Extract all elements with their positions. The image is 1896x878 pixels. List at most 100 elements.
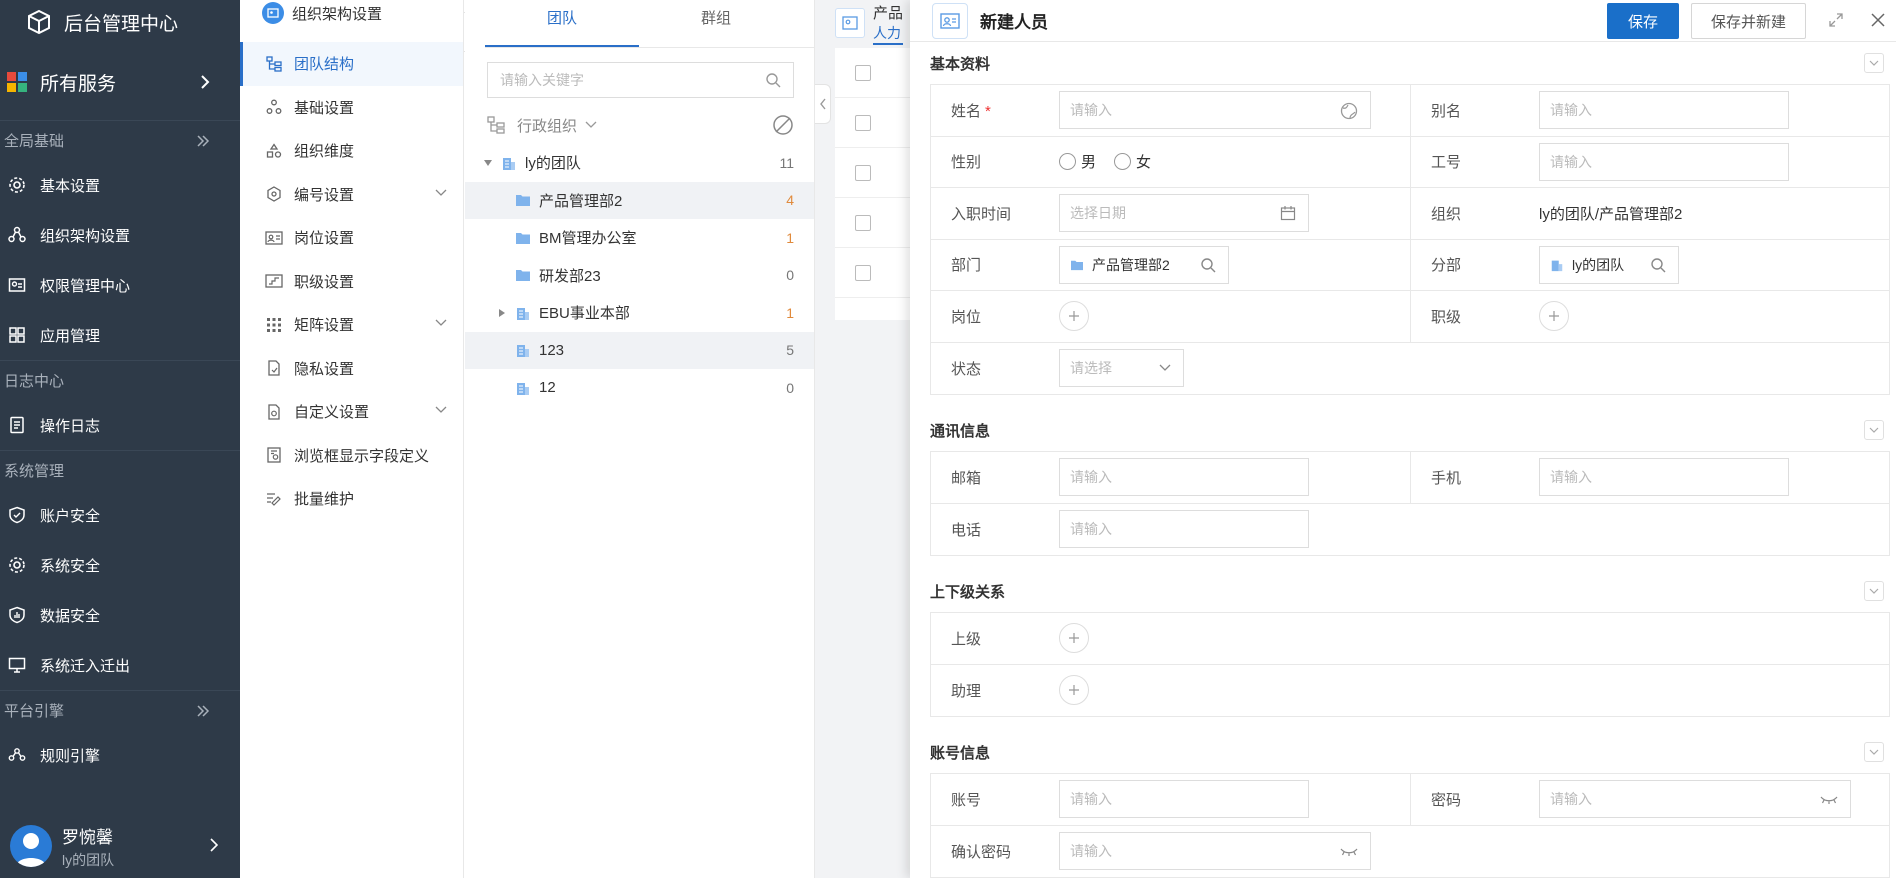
save-button[interactable]: 保存: [1607, 3, 1679, 39]
entry-date-picker[interactable]: 选择日期: [1059, 194, 1309, 233]
tree-node[interactable]: 123 5: [465, 331, 814, 369]
tab-team[interactable]: 团队: [485, 0, 639, 47]
row-checkbox[interactable]: [855, 114, 871, 131]
eye-closed-icon[interactable]: [1820, 795, 1838, 805]
bg-subtitle[interactable]: 人力: [873, 23, 904, 45]
menu-item-base-settings[interactable]: 基础设置: [240, 86, 463, 130]
tab-group[interactable]: 群组: [639, 0, 793, 47]
brand[interactable]: 后台管理中心: [0, 0, 240, 44]
org-label: 组织: [1431, 205, 1462, 223]
expand-icon[interactable]: [1828, 12, 1844, 28]
section-title: 上下级关系: [930, 583, 1006, 601]
sidebar-item-label: 账户安全: [40, 507, 101, 525]
drawer-header: 新建人员 保存 保存并新建: [910, 0, 1896, 42]
sidebar-item-data-security[interactable]: 数据安全: [0, 590, 240, 640]
all-services-button[interactable]: 所有服务: [0, 44, 240, 120]
menu-item-org-dimension[interactable]: 组织维度: [240, 129, 463, 173]
section-relationship: 上下级关系: [930, 570, 1890, 612]
search-icon[interactable]: [1650, 257, 1666, 273]
alias-input[interactable]: 请输入: [1539, 91, 1789, 130]
gender-female-radio[interactable]: 女: [1114, 151, 1151, 172]
caret-down-icon[interactable]: [481, 159, 495, 167]
chevron-down-icon[interactable]: [1864, 53, 1884, 73]
tree-node[interactable]: 12 0: [465, 369, 814, 407]
tree-node[interactable]: BM管理办公室 1: [465, 219, 814, 257]
search-icon[interactable]: [1200, 257, 1216, 273]
chevron-down-icon[interactable]: [1864, 420, 1884, 440]
account-label: 账号: [951, 791, 982, 809]
tree-collapse-handle[interactable]: [815, 84, 831, 124]
sidebar-item-system-migration[interactable]: 系统迁入迁出: [0, 640, 240, 690]
panel-icon: [835, 8, 865, 38]
row-checkbox[interactable]: [855, 214, 871, 231]
globe-icon[interactable]: [1340, 102, 1358, 120]
sidebar-item-rule-engine[interactable]: 规则引擎: [0, 730, 240, 780]
menu-item-matrix-settings[interactable]: 矩阵设置: [240, 303, 463, 347]
add-post-button[interactable]: [1059, 301, 1089, 332]
menu-item-batch-maintenance[interactable]: 批量维护: [240, 477, 463, 521]
tree-node-count: 11: [779, 154, 794, 171]
close-icon[interactable]: [1870, 12, 1886, 28]
status-select[interactable]: 请选择: [1059, 349, 1184, 388]
chevron-down-icon[interactable]: [1864, 742, 1884, 762]
menu-item-numbering-settings[interactable]: 编号设置: [240, 173, 463, 217]
mobile-input[interactable]: 请输入: [1539, 458, 1789, 497]
row-checkbox[interactable]: [855, 264, 871, 281]
password-label: 密码: [1431, 791, 1462, 809]
gender-male-radio[interactable]: 男: [1059, 151, 1096, 172]
hide-disabled-icon[interactable]: [772, 114, 794, 136]
caret-right-icon[interactable]: [495, 308, 509, 318]
menu-item-browse-field-definition[interactable]: 浏览框显示字段定义: [240, 434, 463, 478]
menu-item-team-structure[interactable]: 团队结构: [240, 42, 463, 86]
group-platform-engine[interactable]: 平台引擎: [0, 690, 240, 730]
tree-node-selected[interactable]: 产品管理部2 4: [465, 181, 814, 219]
menu-item-custom-settings[interactable]: 自定义设置: [240, 390, 463, 434]
branch-browser[interactable]: ly的团队: [1539, 245, 1679, 284]
nodes-icon: [264, 97, 284, 117]
save-and-new-button[interactable]: 保存并新建: [1691, 3, 1806, 39]
sidebar-item-operation-log[interactable]: 操作日志: [0, 400, 240, 450]
tree-node-root[interactable]: ly的团队 11: [465, 144, 814, 182]
chevron-down-icon[interactable]: [1864, 581, 1884, 601]
add-assistant-button[interactable]: [1059, 675, 1089, 706]
assistant-label: 助理: [951, 682, 982, 700]
sidebar-item-permission-center[interactable]: 权限管理中心: [0, 260, 240, 310]
menu-item-grade-settings[interactable]: 职级设置: [240, 260, 463, 304]
sidebar-item-account-security[interactable]: 账户安全: [0, 490, 240, 540]
employee-no-input[interactable]: 请输入: [1539, 142, 1789, 181]
row-checkbox[interactable]: [855, 164, 871, 181]
entry-date-label: 入职时间: [951, 205, 1012, 223]
chevron-down-icon: [585, 121, 597, 129]
name-input[interactable]: 请输入: [1059, 91, 1371, 130]
menu-item-post-settings[interactable]: 岗位设置: [240, 216, 463, 260]
sidebar-item-label: 操作日志: [40, 417, 101, 435]
tree-node[interactable]: 研发部23 0: [465, 257, 814, 295]
all-services-label: 所有服务: [40, 73, 117, 95]
tree-node-expandable[interactable]: EBU事业本部 1: [465, 294, 814, 332]
password-input[interactable]: 请输入: [1539, 780, 1851, 819]
gear-icon: [6, 174, 28, 196]
tree-filter[interactable]: 行政组织: [465, 106, 814, 144]
sidebar-item-basic-settings[interactable]: 基本设置: [0, 160, 240, 210]
search-icon[interactable]: [765, 72, 781, 88]
sidebar-item-system-security[interactable]: 系统安全: [0, 540, 240, 590]
add-superior-button[interactable]: [1059, 623, 1089, 654]
phone-input[interactable]: 请输入: [1059, 510, 1309, 549]
user-profile[interactable]: 罗惋馨 ly的团队: [0, 814, 240, 878]
account-input[interactable]: 请输入: [1059, 780, 1309, 819]
eye-closed-icon[interactable]: [1340, 847, 1358, 857]
confirm-password-input[interactable]: 请输入: [1059, 832, 1371, 871]
sidebar-item-app-management[interactable]: 应用管理: [0, 310, 240, 360]
department-chip: 产品管理部2: [1070, 255, 1170, 275]
org-settings-icon: [262, 2, 284, 24]
group-global[interactable]: 全局基础: [0, 120, 240, 160]
add-grade-button[interactable]: [1539, 301, 1569, 332]
sidebar-item-org-settings[interactable]: 组织架构设置: [0, 210, 240, 260]
department-value: 产品管理部2: [1092, 256, 1170, 273]
email-input[interactable]: 请输入: [1059, 458, 1309, 497]
select-all-checkbox[interactable]: [855, 64, 871, 81]
account-info-form: 账号 请输入 密码 请输入 确认密码 请输入: [930, 773, 1890, 878]
department-browser[interactable]: 产品管理部2: [1059, 245, 1229, 284]
menu-item-privacy-settings[interactable]: 隐私设置: [240, 347, 463, 391]
tree-search-input[interactable]: 请输入关键字: [487, 62, 794, 98]
